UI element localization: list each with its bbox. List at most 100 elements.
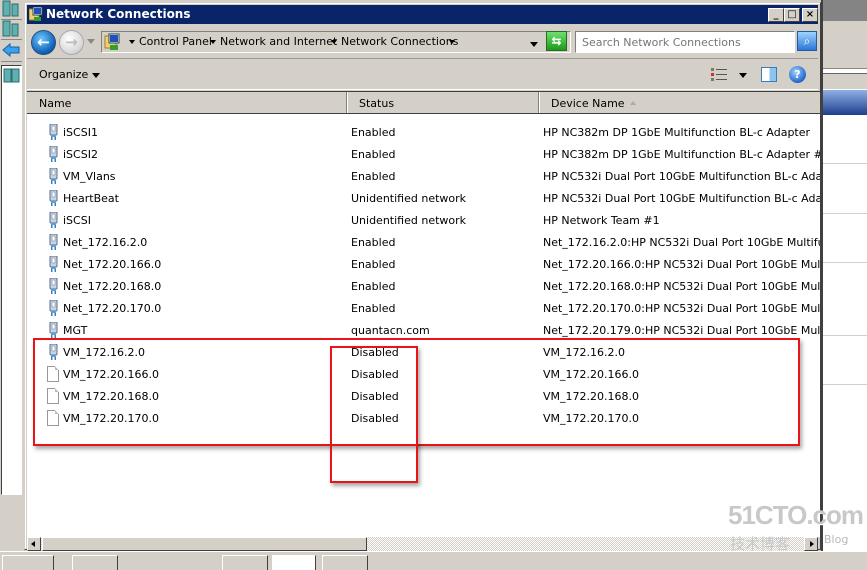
network-adapter-icon <box>49 299 58 316</box>
cell-status: Disabled <box>351 412 399 425</box>
table-row[interactable]: VM_172.16.2.0 Disabled VM_172.16.2.0 <box>27 342 820 364</box>
server-icon <box>1 0 22 20</box>
breadcrumb-network-and-internet[interactable]: Network and Internet <box>220 35 337 48</box>
table-row[interactable]: Net_172.20.170.0 Enabled Net_172.20.170.0:… <box>27 298 820 320</box>
back-arrow-icon[interactable] <box>1 41 22 62</box>
back-button[interactable]: ← <box>31 30 56 55</box>
breadcrumb-root-dropdown[interactable] <box>129 40 135 44</box>
organize-button[interactable]: Organize <box>39 68 88 81</box>
views-icon[interactable] <box>711 68 727 81</box>
taskbar-button[interactable] <box>322 555 368 570</box>
network-adapter-icon <box>49 145 58 162</box>
table-row[interactable]: MGT quantacn.com Net_172.20.179.0:HP NC532… <box>27 320 820 342</box>
network-connections-icon <box>104 33 120 50</box>
network-adapter-icon <box>49 321 58 338</box>
title-bar[interactable]: Network Connections _ □ × <box>27 5 818 24</box>
column-header: Name Status Device Name <box>27 92 820 114</box>
cell-name: HeartBeat <box>63 192 119 205</box>
close-button[interactable]: × <box>802 8 818 22</box>
column-header-device-name[interactable]: Device Name <box>539 92 820 113</box>
sort-ascending-icon <box>629 101 636 105</box>
cell-name: VM_172.20.168.0 <box>63 390 159 403</box>
scrollbar-thumb[interactable] <box>42 537 367 551</box>
table-row[interactable]: iSCSI1 Enabled HP NC382m DP 1GbE Multifunc… <box>27 122 820 144</box>
scroll-right-button[interactable] <box>804 537 818 551</box>
cell-status: Unidentified network <box>351 192 467 205</box>
cell-device-name: Net_172.20.179.0:HP NC532i Dual Port 10G… <box>543 324 820 337</box>
network-adapter-icon <box>49 123 58 140</box>
horizontal-scrollbar[interactable] <box>27 537 818 551</box>
cell-status: Enabled <box>351 126 396 139</box>
taskbar-button[interactable] <box>272 555 316 570</box>
taskbar-button[interactable] <box>222 555 268 570</box>
table-row[interactable]: HeartBeat Unidentified network HP NC532i D… <box>27 188 820 210</box>
network-connections-window: Network Connections _ □ × ← → Control Pa… <box>24 2 821 551</box>
address-history-dropdown[interactable] <box>530 42 538 47</box>
cell-device-name: VM_172.20.166.0 <box>543 368 639 381</box>
cell-name: VM_172.20.170.0 <box>63 412 159 425</box>
breadcrumb-network-connections[interactable]: Network Connections <box>341 35 458 48</box>
table-row[interactable]: iSCSI2 Enabled HP NC382m DP 1GbE Multifunc… <box>27 144 820 166</box>
cell-status: Enabled <box>351 302 396 315</box>
table-row[interactable]: iSCSI Unidentified network HP Network Team… <box>27 210 820 232</box>
taskbar-button[interactable] <box>72 555 118 570</box>
server-icon[interactable] <box>1 20 22 40</box>
breadcrumb-dropdown[interactable] <box>210 40 216 44</box>
column-header-status[interactable]: Status <box>347 92 539 113</box>
cell-status: Enabled <box>351 280 396 293</box>
minimize-button[interactable]: _ <box>768 8 784 22</box>
cell-device-name: HP NC532i Dual Port 10GbE Multifunction … <box>543 192 820 205</box>
search-input[interactable] <box>575 31 795 53</box>
cell-name: Net_172.20.166.0 <box>63 258 162 271</box>
refresh-icon: ⇆ <box>551 34 562 48</box>
background-tree-panel <box>1 65 22 495</box>
network-adapter-icon <box>49 211 58 228</box>
background-left-panel <box>0 0 24 569</box>
cell-device-name: HP Network Team #1 <box>543 214 660 227</box>
back-arrow-icon: ← <box>37 33 50 51</box>
cell-device-name: HP NC382m DP 1GbE Multifunction BL-c Ada… <box>543 126 811 139</box>
breadcrumb-dropdown[interactable] <box>331 40 337 44</box>
table-row[interactable]: Net_172.16.2.0 Enabled Net_172.16.2.0:HP N… <box>27 232 820 254</box>
cell-status: Disabled <box>351 368 399 381</box>
address-bar[interactable]: Control Panel Network and Internet Netwo… <box>101 31 571 53</box>
help-icon[interactable]: ? <box>789 66 806 83</box>
address-row: ← → Control Panel Network and Internet N… <box>27 26 818 59</box>
breadcrumb-control-panel[interactable]: Control Panel <box>139 35 212 48</box>
table-row[interactable]: Net_172.20.168.0 Enabled Net_172.20.168.0:… <box>27 276 820 298</box>
table-row[interactable]: VM_172.20.166.0 Disabled VM_172.20.166.0 <box>27 364 820 386</box>
taskbar-button[interactable] <box>2 555 54 570</box>
blank-document-icon <box>47 388 59 404</box>
chevron-down-icon[interactable] <box>92 73 100 78</box>
views-dropdown[interactable] <box>739 73 747 78</box>
cell-status: Enabled <box>351 236 396 249</box>
cell-status: Disabled <box>351 346 399 359</box>
network-adapter-icon <box>49 167 58 184</box>
table-row[interactable]: VM_172.20.168.0 Disabled VM_172.20.168.0 <box>27 386 820 408</box>
breadcrumb-dropdown[interactable] <box>449 40 455 44</box>
network-adapter-icon <box>49 277 58 294</box>
cell-device-name: Net_172.20.170.0:HP NC532i Dual Port 10G… <box>543 302 820 315</box>
scroll-left-button[interactable] <box>27 537 41 551</box>
server-icon <box>3 68 20 83</box>
column-header-name[interactable]: Name <box>27 92 347 113</box>
network-adapter-icon <box>49 189 58 206</box>
table-row[interactable]: Net_172.20.166.0 Enabled Net_172.20.166.0:… <box>27 254 820 276</box>
cell-device-name: VM_172.16.2.0 <box>543 346 625 359</box>
blank-document-icon <box>47 366 59 382</box>
cell-name: Net_172.20.170.0 <box>63 302 162 315</box>
refresh-button[interactable]: ⇆ <box>546 31 567 51</box>
recent-pages-dropdown[interactable] <box>87 39 95 44</box>
cell-device-name: HP NC382m DP 1GbE Multifunction BL-c Ada… <box>543 148 820 161</box>
table-row[interactable]: VM_Vlans Enabled HP NC532i Dual Port 10GbE… <box>27 166 820 188</box>
connections-list: Name Status Device Name iSCSI1 Enabled HP … <box>27 91 820 537</box>
cell-status: Enabled <box>351 170 396 183</box>
search-button[interactable]: ⌕ <box>797 31 817 51</box>
table-row[interactable]: VM_172.20.170.0 Disabled VM_172.20.170.0 <box>27 408 820 430</box>
forward-button[interactable]: → <box>59 30 84 55</box>
maximize-button[interactable]: □ <box>784 8 800 22</box>
cell-status: Enabled <box>351 148 396 161</box>
cell-status: quantacn.com <box>351 324 430 337</box>
window-title: Network Connections <box>46 7 191 21</box>
preview-pane-icon[interactable] <box>761 67 777 82</box>
